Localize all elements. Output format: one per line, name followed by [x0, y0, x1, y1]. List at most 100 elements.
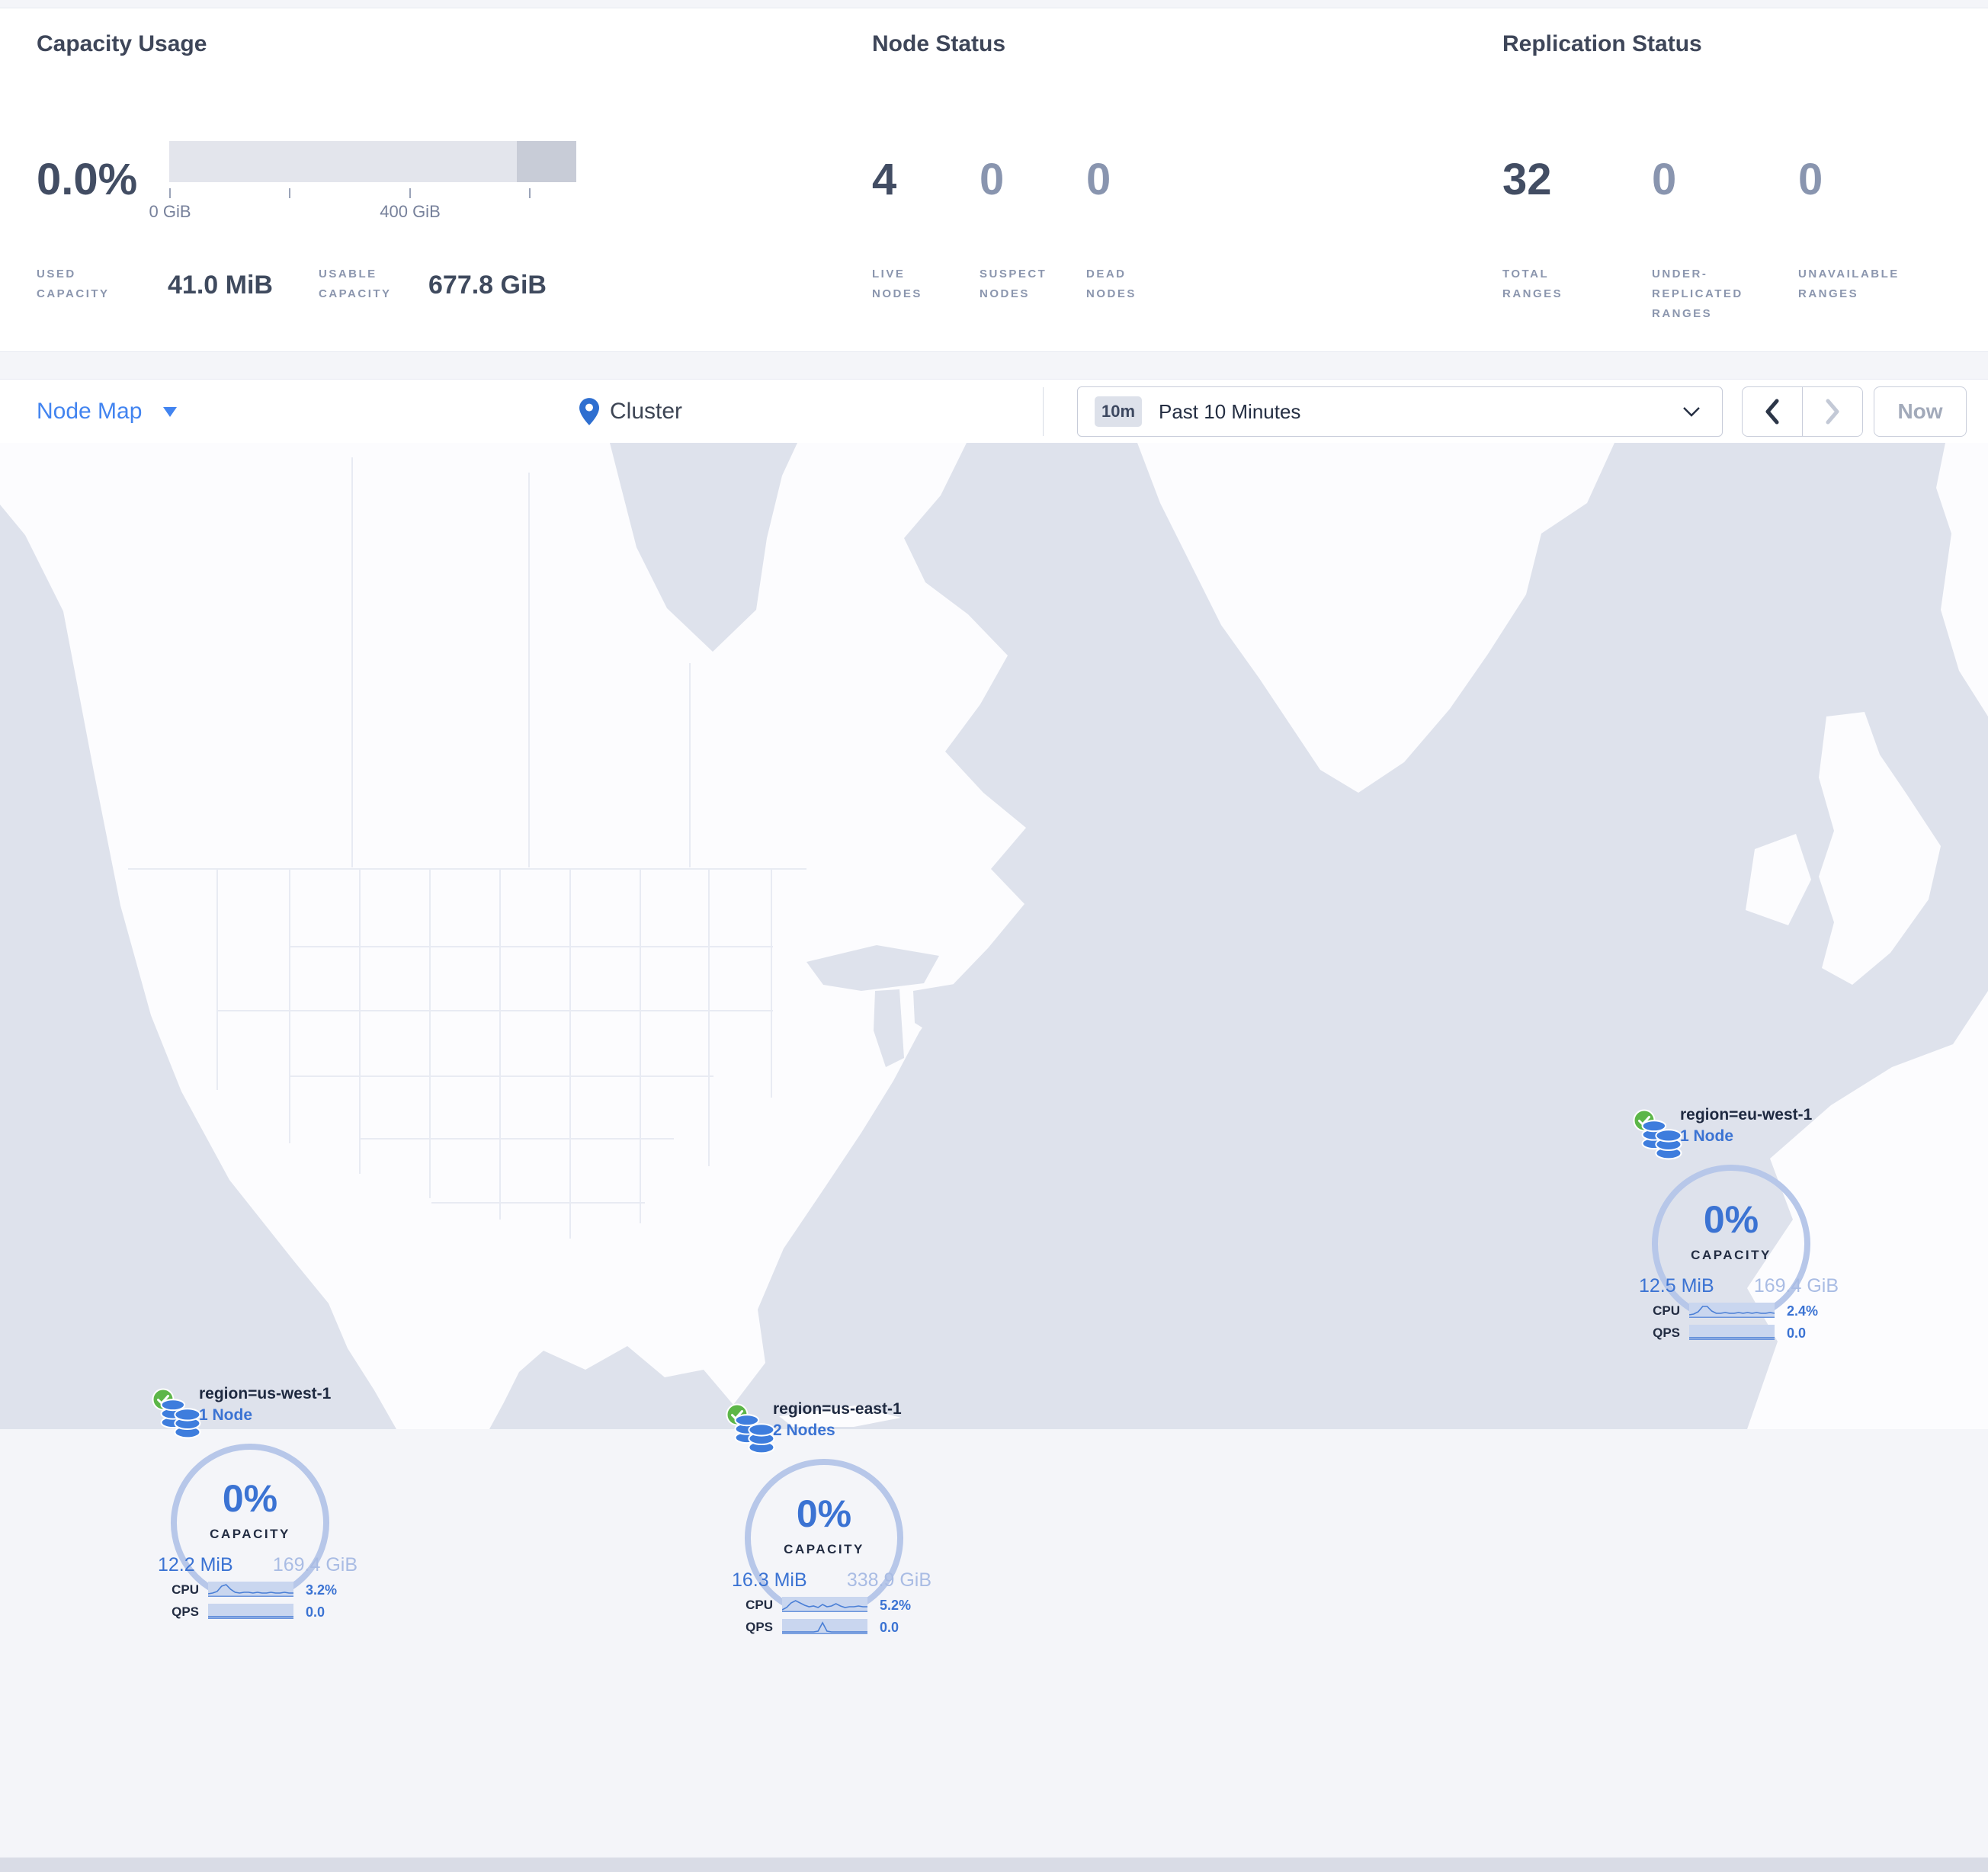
region-name: region=us-east-1	[773, 1400, 902, 1418]
node-status-title: Node Status	[872, 31, 1006, 56]
region-capacity-label: CAPACITY	[1691, 1248, 1772, 1262]
region-total-capacity: 338.9 GiB	[846, 1569, 931, 1591]
capacity-tick	[529, 188, 531, 198]
cpu-value: 3.2%	[306, 1582, 338, 1598]
unavailable-ranges-count: 0	[1798, 155, 1823, 204]
region-cpu-row: CPU 3.2%	[149, 1582, 370, 1598]
time-step-buttons	[1742, 386, 1863, 437]
cpu-sparkline	[1689, 1303, 1775, 1318]
region-node-count-link[interactable]: 1 Node	[199, 1406, 252, 1425]
region-marker-us-east-1[interactable]: region=us-east-1 2 Nodes 0% CAPACITY 16.…	[723, 1397, 944, 1649]
total-ranges-label: TOTAL RANGES	[1502, 268, 1563, 300]
qps-sparkline	[782, 1619, 867, 1634]
qps-label: QPS	[746, 1620, 773, 1634]
region-marker-us-west-1[interactable]: region=us-west-1 1 Node 0% CAPACITY 12.2…	[149, 1382, 370, 1633]
qps-label: QPS	[172, 1604, 199, 1619]
region-capacity-values: 12.2 MiB 169.4 GiB	[158, 1554, 358, 1576]
region-cpu-row: CPU 5.2%	[723, 1597, 944, 1614]
capacity-usage-title: Capacity Usage	[37, 31, 207, 56]
time-next-button[interactable]	[1803, 387, 1862, 436]
dead-nodes-count: 0	[1086, 155, 1111, 204]
capacity-bar-reserved-segment	[517, 141, 576, 182]
region-name: region=eu-west-1	[1680, 1106, 1813, 1124]
region-qps-row: QPS 0.0	[723, 1619, 944, 1636]
cpu-sparkline	[782, 1597, 867, 1612]
used-capacity-value: 41.0 MiB	[168, 271, 273, 300]
database-stack-icon	[1641, 1120, 1682, 1160]
now-button[interactable]: Now	[1874, 386, 1967, 437]
region-capacity-label: CAPACITY	[210, 1527, 290, 1541]
dead-nodes-label: DEAD NODES	[1086, 268, 1137, 300]
cluster-summary-panel: Capacity Usage 0.0% 0 GiB 400 GiB USED C…	[0, 8, 1988, 352]
cpu-label: CPU	[1653, 1303, 1680, 1318]
time-prev-button[interactable]	[1743, 387, 1803, 436]
region-qps-row: QPS 0.0	[149, 1604, 370, 1620]
region-name: region=us-west-1	[199, 1385, 332, 1402]
breadcrumb-cluster: Cluster	[610, 399, 683, 424]
breadcrumb[interactable]: Cluster	[579, 380, 682, 444]
region-total-capacity: 169.4 GiB	[272, 1554, 358, 1575]
used-capacity-label: USED CAPACITY	[37, 268, 110, 300]
qps-label: QPS	[1653, 1325, 1680, 1340]
qps-value: 0.0	[1787, 1325, 1807, 1341]
capacity-tick	[169, 188, 171, 198]
view-selector-label: Node Map	[37, 399, 143, 424]
qps-value: 0.0	[880, 1620, 899, 1635]
capacity-percent: 0.0%	[37, 155, 138, 204]
chevron-down-icon	[163, 406, 178, 417]
qps-value: 0.0	[306, 1604, 325, 1620]
cpu-value: 2.4%	[1787, 1303, 1819, 1319]
qps-sparkline	[208, 1604, 293, 1619]
region-capacity-values: 12.5 MiB 169.4 GiB	[1639, 1275, 1839, 1297]
region-capacity-percent: 0%	[1703, 1198, 1759, 1241]
live-nodes-label: LIVE NODES	[872, 268, 922, 300]
region-capacity-percent: 0%	[796, 1492, 852, 1535]
chevron-right-icon	[1826, 399, 1839, 425]
view-selector-dropdown[interactable]: Node Map	[37, 380, 178, 444]
time-range-dropdown[interactable]: 10m Past 10 Minutes	[1077, 386, 1723, 437]
map-pin-icon	[579, 398, 599, 425]
capacity-usage-bar	[169, 141, 576, 182]
suspect-nodes-count: 0	[980, 155, 1005, 204]
under-replicated-ranges-count: 0	[1652, 155, 1677, 204]
time-range-badge: 10m	[1095, 396, 1142, 427]
chevron-left-icon	[1765, 399, 1779, 425]
region-capacity-percent: 0%	[222, 1477, 278, 1520]
cpu-label: CPU	[746, 1598, 773, 1612]
region-used-capacity: 12.5 MiB	[1639, 1275, 1714, 1297]
toolbar-divider	[1043, 387, 1044, 436]
region-used-capacity: 12.2 MiB	[158, 1554, 233, 1575]
suspect-nodes-label: SUSPECT NODES	[980, 268, 1047, 300]
cpu-label: CPU	[172, 1582, 199, 1597]
time-range-label: Past 10 Minutes	[1159, 399, 1301, 423]
capacity-tick-label-0: 0 GiB	[149, 202, 191, 221]
unavailable-ranges-label: UNAVAILABLE RANGES	[1798, 268, 1900, 300]
region-capacity-label: CAPACITY	[784, 1542, 864, 1556]
capacity-tick	[289, 188, 290, 198]
database-stack-icon	[734, 1414, 775, 1454]
chevron-down-icon	[1683, 407, 1700, 417]
qps-sparkline	[1689, 1325, 1775, 1340]
replication-status-title: Replication Status	[1502, 31, 1702, 56]
node-map[interactable]: region=us-west-1 1 Node 0% CAPACITY 12.2…	[0, 443, 1988, 1872]
region-total-capacity: 169.4 GiB	[1753, 1275, 1839, 1297]
region-qps-row: QPS 0.0	[1630, 1325, 1851, 1341]
database-stack-icon	[160, 1399, 201, 1439]
map-bottom-strip	[0, 1858, 1988, 1872]
usable-capacity-label: USABLE CAPACITY	[319, 268, 392, 300]
capacity-tick	[409, 188, 411, 198]
cpu-sparkline	[208, 1582, 293, 1597]
region-used-capacity: 16.3 MiB	[732, 1569, 807, 1591]
region-marker-eu-west-1[interactable]: region=eu-west-1 1 Node 0% CAPACITY 12.5…	[1630, 1103, 1851, 1354]
capacity-tick-label-400: 400 GiB	[380, 202, 441, 221]
map-toolbar: Node Map Cluster 10m Past 10 Minutes Now	[0, 379, 1988, 444]
usable-capacity-value: 677.8 GiB	[428, 271, 547, 300]
region-node-count-link[interactable]: 1 Node	[1680, 1127, 1733, 1146]
region-cpu-row: CPU 2.4%	[1630, 1303, 1851, 1319]
total-ranges-count: 32	[1502, 155, 1552, 204]
region-capacity-values: 16.3 MiB 338.9 GiB	[732, 1569, 931, 1592]
region-node-count-link[interactable]: 2 Nodes	[773, 1422, 835, 1440]
cpu-value: 5.2%	[880, 1598, 912, 1613]
live-nodes-count: 4	[872, 155, 897, 204]
under-replicated-ranges-label: UNDER- REPLICATED RANGES	[1652, 268, 1743, 320]
